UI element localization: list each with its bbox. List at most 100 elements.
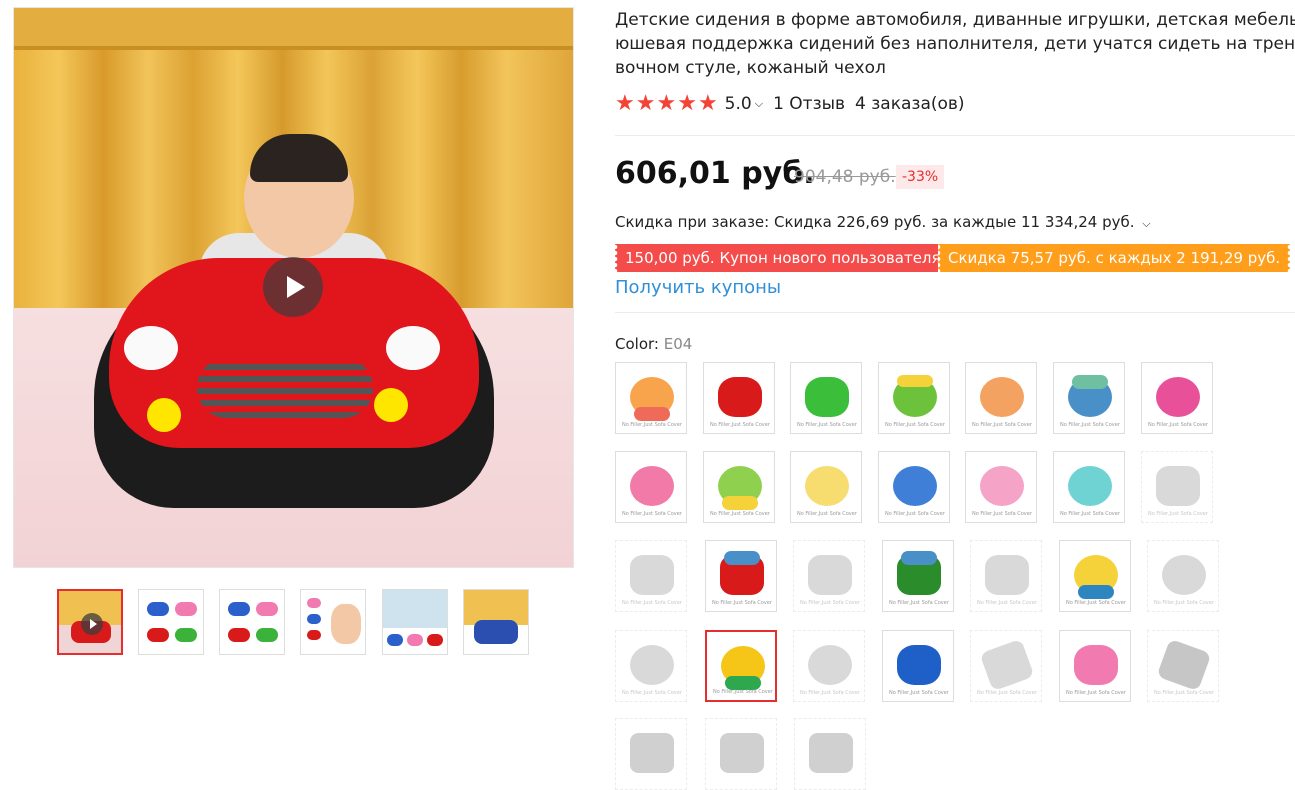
swatch-toy-detail (725, 676, 761, 690)
swatch-caption: No Filler,Just Sofa Cover (622, 690, 682, 696)
color-swatch[interactable]: No Filler,Just Sofa Cover (882, 630, 954, 702)
swatch-toy-detail (897, 375, 933, 387)
color-swatch[interactable]: No Filler,Just Sofa Cover (965, 362, 1037, 434)
swatch-toy-detail (724, 551, 760, 565)
color-swatch[interactable]: No Filler,Just Sofa Cover (790, 362, 862, 434)
thumbnail-car (307, 598, 321, 608)
color-swatch[interactable]: No Filler,Just Sofa Cover (1141, 451, 1213, 523)
color-swatch[interactable]: No Filler,Just Sofa Cover (793, 630, 865, 702)
color-swatch[interactable]: No Filler,Just Sofa Cover (793, 540, 865, 612)
thumbnail-car (387, 634, 403, 646)
color-swatch[interactable]: No Filler,Just Sofa Cover (970, 630, 1042, 702)
reviews-link[interactable]: 1 Отзыв (773, 94, 845, 114)
swatch-caption: No Filler,Just Sofa Cover (622, 600, 682, 606)
coupon-new-user[interactable]: 150,00 руб. Купон нового пользователя (615, 244, 951, 272)
swatch-toy-detail (1072, 375, 1108, 389)
color-swatch[interactable]: No Filler,Just Sofa Cover (615, 630, 687, 702)
thumbnail-1[interactable] (57, 589, 123, 655)
swatch-toy-detail (901, 551, 937, 565)
swatch-caption: No Filler,Just Sofa Cover (710, 511, 770, 517)
thumbnail-car (147, 628, 169, 642)
color-swatch[interactable]: No Filler,Just Sofa Cover (1053, 451, 1125, 523)
swatch-caption: No Filler,Just Sofa Cover (712, 600, 772, 606)
swatch-toy (809, 733, 853, 773)
swatch-caption: No Filler,Just Sofa Cover (1066, 600, 1126, 606)
swatch-caption: No Filler,Just Sofa Cover (710, 422, 770, 428)
color-swatch[interactable] (794, 718, 866, 790)
color-swatch[interactable]: No Filler,Just Sofa Cover (705, 540, 777, 612)
star-icon: ★ (635, 91, 656, 116)
thumbnail-car (175, 602, 197, 616)
image-car-window-left (124, 326, 178, 370)
color-swatch[interactable]: No Filler,Just Sofa Cover (1059, 630, 1131, 702)
image-car-window-right (386, 326, 440, 370)
rating-value[interactable]: 5.0 (725, 94, 752, 114)
swatch-toy-detail (722, 496, 758, 510)
swatch-toy (718, 377, 762, 417)
product-title-line: Детские сидения в форме автомобиля, дива… (615, 10, 1295, 30)
chevron-down-icon[interactable]: ⌵ (755, 97, 763, 111)
color-swatch[interactable]: No Filler,Just Sofa Cover (878, 451, 950, 523)
swatch-toy (808, 555, 852, 595)
swatch-caption: No Filler,Just Sofa Cover (713, 689, 773, 695)
swatch-caption: No Filler,Just Sofa Cover (1060, 422, 1120, 428)
color-selector-label: Color: E04 (615, 335, 692, 353)
color-swatch[interactable]: No Filler,Just Sofa Cover (970, 540, 1042, 612)
swatch-toy (1068, 466, 1112, 506)
product-title-line: вочном стуле, кожаный чехол (615, 58, 886, 78)
thumbnail-3[interactable] (219, 589, 285, 655)
swatch-toy-detail (634, 407, 670, 421)
color-swatch[interactable]: No Filler,Just Sofa Cover (615, 540, 687, 612)
swatch-caption: No Filler,Just Sofa Cover (972, 422, 1032, 428)
thumbnail-6[interactable] (463, 589, 529, 655)
swatch-toy (980, 466, 1024, 506)
color-swatch[interactable]: No Filler,Just Sofa Cover (1147, 630, 1219, 702)
get-coupons-link[interactable]: Получить купоны (615, 277, 781, 298)
thumbnail-5[interactable] (382, 589, 448, 655)
color-swatch[interactable] (615, 718, 687, 790)
color-swatch[interactable]: No Filler,Just Sofa Cover (703, 362, 775, 434)
swatch-toy (805, 466, 849, 506)
color-swatch-selected[interactable]: No Filler,Just Sofa Cover (705, 630, 777, 702)
star-icon: ★ (656, 91, 677, 116)
play-icon (286, 276, 305, 298)
discount-badge: -33% (896, 165, 945, 189)
swatch-caption: No Filler,Just Sofa Cover (797, 422, 857, 428)
thumbnail-car (307, 630, 321, 640)
color-swatch[interactable]: No Filler,Just Sofa Cover (1147, 540, 1219, 612)
order-discount[interactable]: Скидка при заказе: Скидка 226,69 руб. за… (615, 213, 1151, 231)
color-value: E04 (663, 335, 693, 353)
thumbnail-car (307, 614, 321, 624)
swatch-toy-detail (1078, 585, 1114, 599)
orders-count: 4 заказа(ов) (855, 94, 965, 114)
play-video-button[interactable] (263, 257, 323, 317)
swatch-caption: No Filler,Just Sofa Cover (1154, 690, 1214, 696)
swatch-toy (808, 645, 852, 685)
color-swatch[interactable]: No Filler,Just Sofa Cover (878, 362, 950, 434)
swatch-toy (1074, 645, 1118, 685)
color-swatch[interactable]: No Filler,Just Sofa Cover (1053, 362, 1125, 434)
star-icon: ★ (677, 91, 697, 116)
swatch-caption: No Filler,Just Sofa Cover (1060, 511, 1120, 517)
thumbnail-car (407, 634, 423, 646)
current-price: 606,01 руб. (615, 156, 815, 191)
thumbnail-4[interactable] (300, 589, 366, 655)
thumbnail-car (228, 628, 250, 642)
color-swatch[interactable]: No Filler,Just Sofa Cover (615, 362, 687, 434)
color-swatch[interactable]: No Filler,Just Sofa Cover (615, 451, 687, 523)
thumbnail-2[interactable] (138, 589, 204, 655)
color-swatch[interactable]: No Filler,Just Sofa Cover (703, 451, 775, 523)
color-swatch[interactable]: No Filler,Just Sofa Cover (882, 540, 954, 612)
chevron-down-icon[interactable]: ⌵ (1142, 217, 1150, 230)
swatch-toy (630, 555, 674, 595)
swatch-toy (630, 466, 674, 506)
thumbnail-car (147, 602, 169, 616)
color-swatch[interactable]: No Filler,Just Sofa Cover (1059, 540, 1131, 612)
color-swatch[interactable]: No Filler,Just Sofa Cover (965, 451, 1037, 523)
color-swatch[interactable] (705, 718, 777, 790)
coupon-spend-discount[interactable]: Скидка 75,57 руб. с каждых 2 191,29 руб. (938, 244, 1291, 272)
color-swatch[interactable]: No Filler,Just Sofa Cover (790, 451, 862, 523)
swatch-caption: No Filler,Just Sofa Cover (977, 600, 1037, 606)
color-swatch[interactable]: No Filler,Just Sofa Cover (1141, 362, 1213, 434)
divider (615, 312, 1295, 313)
